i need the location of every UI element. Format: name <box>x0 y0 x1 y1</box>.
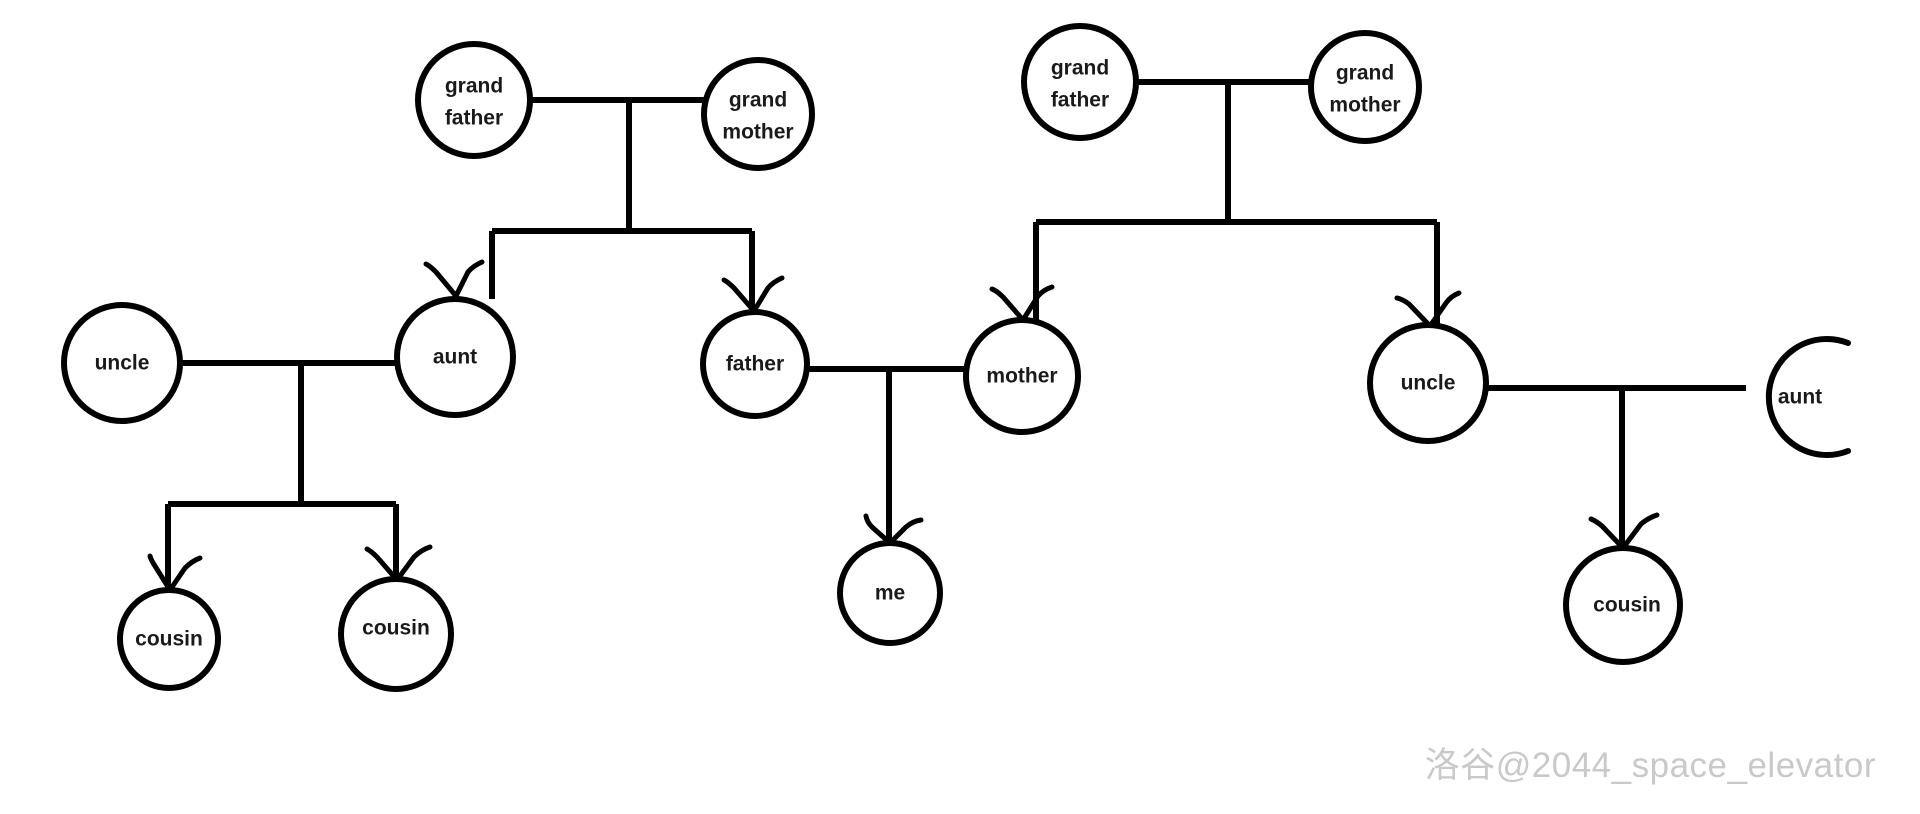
node-label-line2: mother <box>1329 94 1400 117</box>
node-mother[interactable]: mother <box>963 317 1081 435</box>
node-paternal-grandmother[interactable]: grand mother <box>701 57 815 171</box>
node-label-line1: mother <box>986 365 1057 388</box>
node-label-line1: aunt <box>1778 386 1822 409</box>
watermark: 洛谷@2044_space_elevator <box>1424 746 1876 785</box>
arrowhead-aunt-left <box>423 259 485 299</box>
node-label-line1: grand <box>445 75 503 98</box>
node-label-line1: uncle <box>95 352 150 375</box>
family-tree-diagram: grand father grand mother grand father g… <box>61 23 1851 692</box>
node-label-line1: cousin <box>135 628 203 651</box>
edge-group-parents <box>806 366 966 543</box>
node-label-line1: grand <box>729 89 787 112</box>
family-tree-canvas: grand father grand mother grand father g… <box>0 0 1920 814</box>
node-label-line1: father <box>726 353 784 376</box>
node-maternal-grandfather[interactable]: grand father <box>1021 23 1139 141</box>
node-label-line2: father <box>1051 89 1109 112</box>
node-aunt-right[interactable]: aunt <box>1765 336 1851 458</box>
node-cousin-left-1[interactable]: cousin <box>117 587 221 691</box>
node-maternal-grandmother[interactable]: grand mother <box>1308 30 1422 144</box>
node-label-line2: mother <box>722 121 793 144</box>
node-label-line1: me <box>875 582 905 605</box>
node-uncle-right[interactable]: uncle <box>1367 322 1489 444</box>
arrowhead-uncle-right <box>1394 290 1462 329</box>
node-label-line1: cousin <box>1593 594 1661 617</box>
node-label-line1: grand <box>1336 62 1394 85</box>
edge-group-left-uncle-aunt <box>165 360 399 590</box>
node-paternal-grandfather[interactable]: grand father <box>415 41 533 159</box>
arrowhead-me <box>863 513 924 546</box>
arrowhead-mother <box>989 284 1055 323</box>
node-label-line1: aunt <box>433 346 477 369</box>
node-label-line1: grand <box>1051 57 1109 80</box>
node-label-line2: father <box>445 107 503 130</box>
node-cousin-left-2[interactable]: cousin <box>338 576 454 692</box>
node-circle[interactable] <box>1308 30 1422 144</box>
node-uncle-left[interactable]: uncle <box>61 302 183 424</box>
node-label-line1: cousin <box>362 617 430 640</box>
node-me[interactable]: me <box>837 540 943 646</box>
node-aunt-left[interactable]: aunt <box>394 296 516 418</box>
node-circle[interactable] <box>415 41 533 159</box>
edge-group-right-uncle-aunt <box>1486 385 1746 548</box>
node-label-line1: uncle <box>1401 372 1456 395</box>
node-circle[interactable] <box>1021 23 1139 141</box>
node-father[interactable]: father <box>700 309 810 419</box>
arrowhead-cousin-l1 <box>147 553 203 593</box>
node-circle[interactable] <box>701 57 815 171</box>
node-cousin-right[interactable]: cousin <box>1563 545 1683 665</box>
